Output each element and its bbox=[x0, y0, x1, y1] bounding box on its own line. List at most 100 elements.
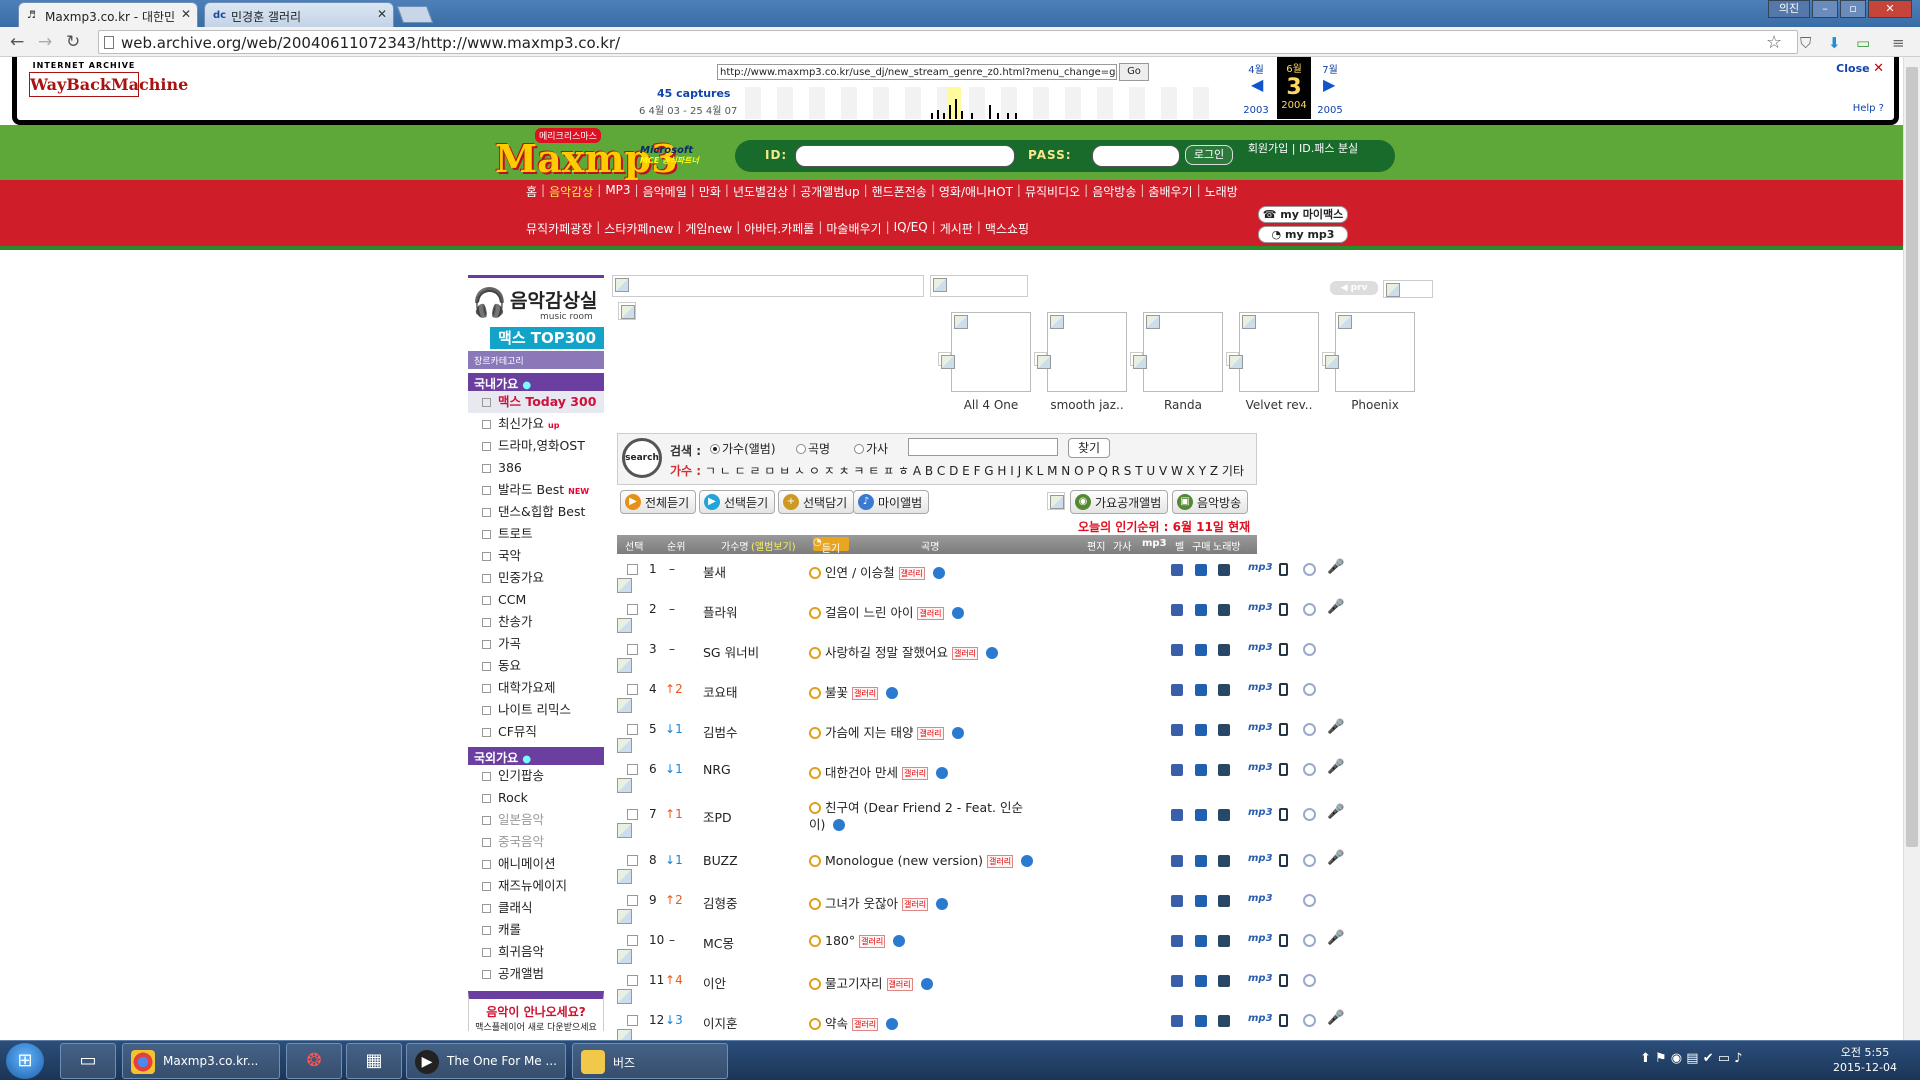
doc-icon[interactable] bbox=[1218, 684, 1230, 696]
search-by-lyrics-radio[interactable]: 가사 bbox=[854, 440, 888, 457]
listen-clock-icon[interactable] bbox=[809, 687, 821, 699]
tab-gallery[interactable]: dc 민경훈 갤러리 ✕ bbox=[204, 2, 394, 27]
paw-app-icon[interactable]: ❂ bbox=[286, 1043, 342, 1079]
listen-clock-icon[interactable] bbox=[809, 802, 821, 814]
page-scrollbar[interactable] bbox=[1903, 57, 1920, 1045]
cd-icon[interactable] bbox=[1303, 934, 1316, 947]
tv-icon[interactable] bbox=[1171, 684, 1183, 696]
star-icon[interactable]: ☆ bbox=[1766, 32, 1782, 53]
doc-icon[interactable] bbox=[1218, 724, 1230, 736]
mp3-link[interactable]: mp3 bbox=[1248, 853, 1273, 864]
song-title[interactable]: 가슴에 지는 태양 bbox=[825, 725, 913, 740]
artist-link[interactable]: 김범수 bbox=[703, 722, 738, 741]
doc-icon[interactable] bbox=[1218, 809, 1230, 821]
menu-item[interactable]: 아바타.카페롤 bbox=[740, 220, 818, 237]
listen-clock-icon[interactable] bbox=[809, 727, 821, 739]
gallery-tag[interactable]: 갤러리 bbox=[898, 567, 925, 580]
domestic-category-head[interactable]: 국내가요 ● bbox=[468, 373, 604, 391]
select-checkbox[interactable] bbox=[627, 564, 638, 575]
listen-clock-icon[interactable] bbox=[809, 647, 821, 659]
forward-arrow-icon[interactable]: → bbox=[38, 32, 52, 52]
reload-icon[interactable]: ↻ bbox=[66, 32, 80, 52]
artist-link[interactable]: 이지훈 bbox=[703, 1013, 738, 1032]
cd-icon[interactable] bbox=[1303, 808, 1316, 821]
mp3-link[interactable]: mp3 bbox=[1248, 973, 1273, 984]
listen-clock-icon[interactable] bbox=[809, 978, 821, 990]
sidebar-item[interactable]: 발라드 Best NEW bbox=[468, 479, 604, 501]
sidebar-item[interactable]: 클래식 bbox=[468, 897, 604, 919]
back-arrow-icon[interactable]: ← bbox=[10, 32, 24, 52]
network-app-icon[interactable]: ▦ bbox=[346, 1043, 402, 1079]
mail-icon[interactable] bbox=[1195, 564, 1207, 576]
search-by-title-radio[interactable]: 곡명 bbox=[796, 440, 830, 457]
player-help-box[interactable]: 음악이 안나오세요? 맥스플레이어 새로 다운받으세요 bbox=[468, 991, 604, 1033]
prev-month-link[interactable]: 4월 bbox=[1241, 61, 1271, 76]
mail-icon[interactable] bbox=[1195, 935, 1207, 947]
select-checkbox[interactable] bbox=[627, 644, 638, 655]
menu-item[interactable]: 스타카페new bbox=[600, 220, 677, 237]
gallery-tag[interactable]: 갤러리 bbox=[901, 898, 929, 911]
menu-item[interactable]: 음악방송 bbox=[1088, 183, 1140, 200]
mp3-link[interactable]: mp3 bbox=[1248, 893, 1273, 904]
cd-icon[interactable] bbox=[1303, 643, 1316, 656]
artist-link[interactable]: NRG bbox=[703, 762, 731, 777]
globe-icon[interactable] bbox=[893, 935, 906, 947]
microphone-icon[interactable]: 🎤 bbox=[1327, 1010, 1344, 1026]
start-button[interactable]: ⊞ bbox=[6, 1043, 44, 1079]
cd-icon[interactable] bbox=[1303, 563, 1316, 576]
mp3-link[interactable]: mp3 bbox=[1248, 642, 1273, 653]
song-title[interactable]: 불꽃 bbox=[825, 685, 848, 700]
globe-icon[interactable] bbox=[886, 687, 899, 699]
desktop-icon[interactable]: ▭ bbox=[60, 1043, 116, 1079]
wayback-go-button[interactable]: Go bbox=[1119, 63, 1149, 81]
doc-icon[interactable] bbox=[1218, 644, 1230, 656]
select-checkbox[interactable] bbox=[627, 684, 638, 695]
tv-icon[interactable] bbox=[1171, 809, 1183, 821]
artist-link[interactable]: SG 워너비 bbox=[703, 642, 759, 661]
gallery-tag[interactable]: 갤러리 bbox=[852, 1018, 879, 1031]
my-max-button[interactable]: ☎ my 마이맥스 bbox=[1258, 206, 1348, 223]
select-checkbox[interactable] bbox=[627, 1015, 638, 1026]
play-selected-button[interactable]: ▶ 선택듣기 bbox=[699, 490, 776, 514]
search-input[interactable] bbox=[908, 438, 1058, 456]
profile-button[interactable]: 의진 bbox=[1768, 0, 1810, 18]
sidebar-item[interactable]: 일본음악 bbox=[468, 809, 604, 831]
doc-icon[interactable] bbox=[1218, 764, 1230, 776]
cd-icon[interactable] bbox=[1303, 683, 1316, 696]
sidebar-item[interactable]: 맥스 Today 300 bbox=[468, 391, 604, 413]
shield-icon[interactable]: ⛉ bbox=[1800, 34, 1811, 52]
globe-icon[interactable] bbox=[932, 567, 945, 579]
song-title[interactable]: 물고기자리 bbox=[825, 976, 883, 991]
password-input[interactable] bbox=[1092, 145, 1180, 167]
tv-icon[interactable] bbox=[1171, 1015, 1183, 1027]
menu-item[interactable]: MP3 bbox=[601, 183, 634, 200]
menu-item[interactable]: 음악감상 bbox=[545, 183, 597, 200]
song-title[interactable]: 걸음이 느린 아이 bbox=[825, 605, 913, 620]
artist-link[interactable]: BUZZ bbox=[703, 853, 738, 868]
mp3-link[interactable]: mp3 bbox=[1248, 682, 1273, 693]
doc-icon[interactable] bbox=[1218, 1015, 1230, 1027]
doc-icon[interactable] bbox=[1218, 604, 1230, 616]
new-tab-button[interactable] bbox=[396, 6, 434, 23]
wayback-close-button[interactable]: Close ✕ bbox=[1836, 61, 1884, 76]
next-year-link[interactable]: 2005 bbox=[1315, 105, 1345, 116]
globe-icon[interactable] bbox=[833, 819, 846, 831]
menu-item[interactable]: 핸드폰전송 bbox=[868, 183, 931, 200]
album-cover[interactable] bbox=[1143, 312, 1223, 392]
tv-icon[interactable] bbox=[1171, 604, 1183, 616]
microphone-icon[interactable]: 🎤 bbox=[1327, 559, 1344, 575]
wayback-logo[interactable]: INTERNET ARCHIVE WayBackMachine bbox=[29, 61, 188, 105]
mail-icon[interactable] bbox=[1195, 855, 1207, 867]
sidebar-item[interactable]: 공개앨범 bbox=[468, 963, 604, 985]
artist-link[interactable]: 김형중 bbox=[703, 893, 738, 912]
cd-icon[interactable] bbox=[1303, 603, 1316, 616]
next-month-link[interactable]: 7월 bbox=[1315, 61, 1345, 76]
phone-icon[interactable] bbox=[1279, 1014, 1288, 1027]
artist-link[interactable]: 불새 bbox=[703, 562, 726, 581]
artist-link[interactable]: MC몽 bbox=[703, 933, 734, 952]
tv-icon[interactable] bbox=[1171, 855, 1183, 867]
gallery-tag[interactable]: 갤러리 bbox=[951, 647, 979, 660]
globe-icon[interactable] bbox=[951, 607, 964, 619]
gallery-tag[interactable]: 갤러리 bbox=[859, 935, 886, 948]
select-checkbox[interactable] bbox=[627, 935, 638, 946]
